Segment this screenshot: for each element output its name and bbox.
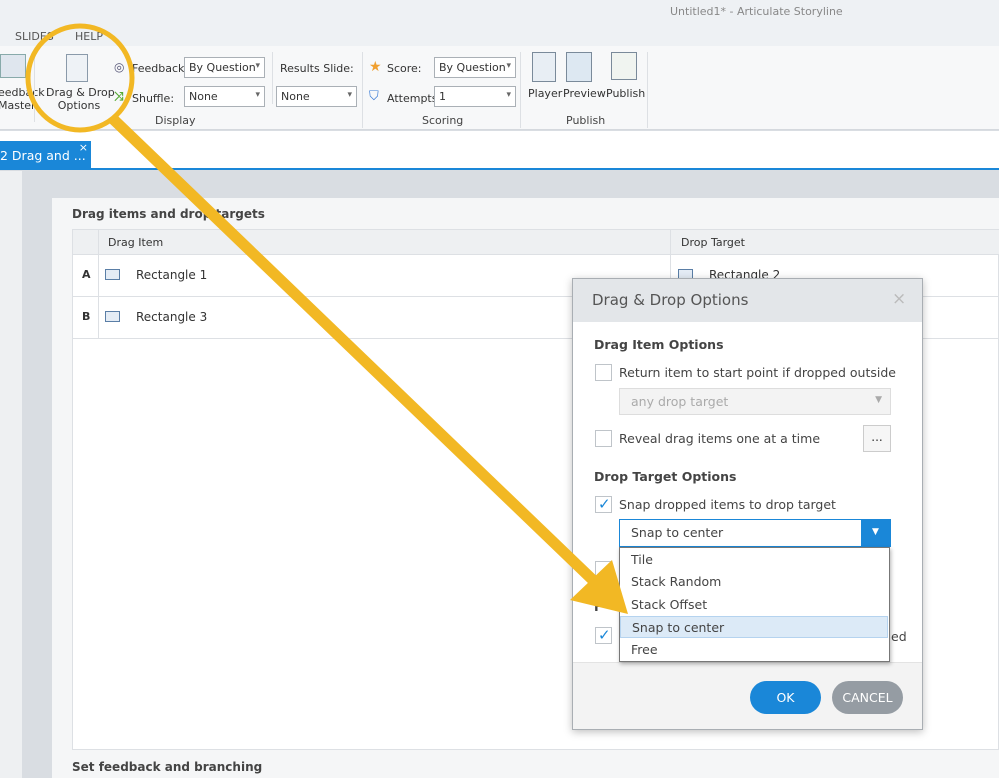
option-free[interactable]: Free (620, 639, 888, 661)
shuffle-icon: ⤨ (114, 89, 124, 103)
row-key: B (82, 310, 91, 323)
drag-drop-options-button[interactable]: Drag & Drop Options (46, 86, 115, 112)
results-slide-label: Results Slide: (280, 62, 354, 75)
hidden-option-label: ed (891, 629, 907, 644)
snap-mode-dropdown-list: Tile Stack Random Stack Offset Snap to c… (619, 547, 890, 662)
snap-items-checkbox[interactable] (595, 495, 612, 513)
drag-item: Rectangle 3 (136, 310, 208, 324)
tab-help[interactable]: HELP (75, 30, 103, 43)
column-drop-target: Drop Target (681, 236, 745, 249)
ok-button[interactable]: OK (750, 681, 821, 714)
ribbon: eedback Master Drag & Drop Options ◎ Fee… (0, 46, 999, 130)
close-icon[interactable]: × (892, 289, 906, 309)
feedback-select[interactable]: By Question (184, 57, 265, 78)
return-target-value: any drop target (631, 394, 729, 409)
player-icon (532, 52, 556, 82)
section-title: Drag items and drop targets (72, 207, 265, 221)
rectangle-icon (105, 311, 120, 322)
dialog-title: Drag & Drop Options (592, 291, 749, 309)
tab-label: 2 Drag and ... (0, 148, 86, 163)
shuffle-label: Shuffle: (132, 92, 175, 105)
feedback-icon: ◎ (114, 60, 125, 74)
title-bar: Untitled1* - Articulate Storyline SLIDES… (0, 0, 999, 46)
column-drag-item: Drag Item (108, 236, 164, 249)
return-item-label: Return item to start point if dropped ou… (619, 365, 896, 380)
publish-icon (611, 52, 637, 80)
feedback-master-icon (0, 54, 26, 78)
publish-group-label: Publish (566, 114, 606, 127)
document-tabs: 2 Drag and ... × (0, 131, 999, 170)
publish-button[interactable]: Publish (606, 87, 645, 100)
display-group-label: Display (155, 114, 196, 127)
option-tile[interactable]: Tile (620, 549, 888, 571)
drop-target-heading: Drop Target Options (594, 469, 737, 484)
hidden-heading: F (594, 599, 603, 614)
feedback-label: Feedback: (132, 62, 189, 75)
snap-mode-value: Snap to center (631, 525, 724, 540)
drag-drop-icon (66, 54, 88, 82)
return-item-checkbox[interactable] (595, 364, 612, 381)
star-icon: ★ (369, 59, 382, 75)
tab-drag-and-drop[interactable]: 2 Drag and ... × (0, 141, 91, 170)
close-icon[interactable]: × (79, 141, 88, 154)
preview-icon (566, 52, 592, 82)
snap-mode-select[interactable]: Snap to center ▼ (619, 519, 891, 547)
drag-drop-options-dialog: Drag & Drop Options × Drag Item Options … (572, 278, 923, 730)
hidden-option-checkbox[interactable] (595, 561, 612, 578)
drag-item-heading: Drag Item Options (594, 337, 724, 352)
feedback-section-title: Set feedback and branching (72, 760, 263, 774)
window-title: Untitled1* - Articulate Storyline (670, 5, 843, 18)
shuffle-select[interactable]: None (184, 86, 265, 107)
player-button[interactable]: Player (528, 87, 562, 100)
results-slide-select[interactable]: None (276, 86, 357, 107)
feedback-master-button[interactable]: eedback Master (0, 86, 45, 112)
dialog-footer: OK CANCEL (573, 662, 922, 729)
option-stack-random[interactable]: Stack Random (620, 571, 888, 593)
attempts-select[interactable]: 1 (434, 86, 516, 107)
scoring-group-label: Scoring (422, 114, 464, 127)
row-key: A (82, 268, 91, 281)
option-stack-offset[interactable]: Stack Offset (620, 594, 888, 616)
rectangle-icon (105, 269, 120, 280)
chevron-down-icon: ▼ (875, 395, 882, 405)
score-select[interactable]: By Question (434, 57, 516, 78)
return-target-select[interactable]: any drop target ▼ (619, 388, 891, 415)
drag-item: Rectangle 1 (136, 268, 208, 282)
chevron-down-icon[interactable]: ▼ (861, 520, 890, 546)
reveal-items-checkbox[interactable] (595, 430, 612, 447)
shield-question-icon: ⛉ (369, 89, 379, 104)
reveal-items-label: Reveal drag items one at a time (619, 431, 821, 446)
option-snap-to-center[interactable]: Snap to center (620, 616, 888, 638)
tab-slides[interactable]: SLIDES (15, 30, 54, 43)
reveal-settings-button[interactable]: ... (863, 425, 891, 452)
preview-button[interactable]: Preview (563, 87, 606, 100)
dialog-header: Drag & Drop Options × (573, 279, 922, 322)
score-label: Score: (387, 62, 422, 75)
hidden-checked-checkbox[interactable] (595, 626, 612, 644)
left-pane (0, 171, 22, 778)
cancel-button[interactable]: CANCEL (832, 681, 903, 714)
snap-items-label: Snap dropped items to drop target (619, 497, 836, 512)
